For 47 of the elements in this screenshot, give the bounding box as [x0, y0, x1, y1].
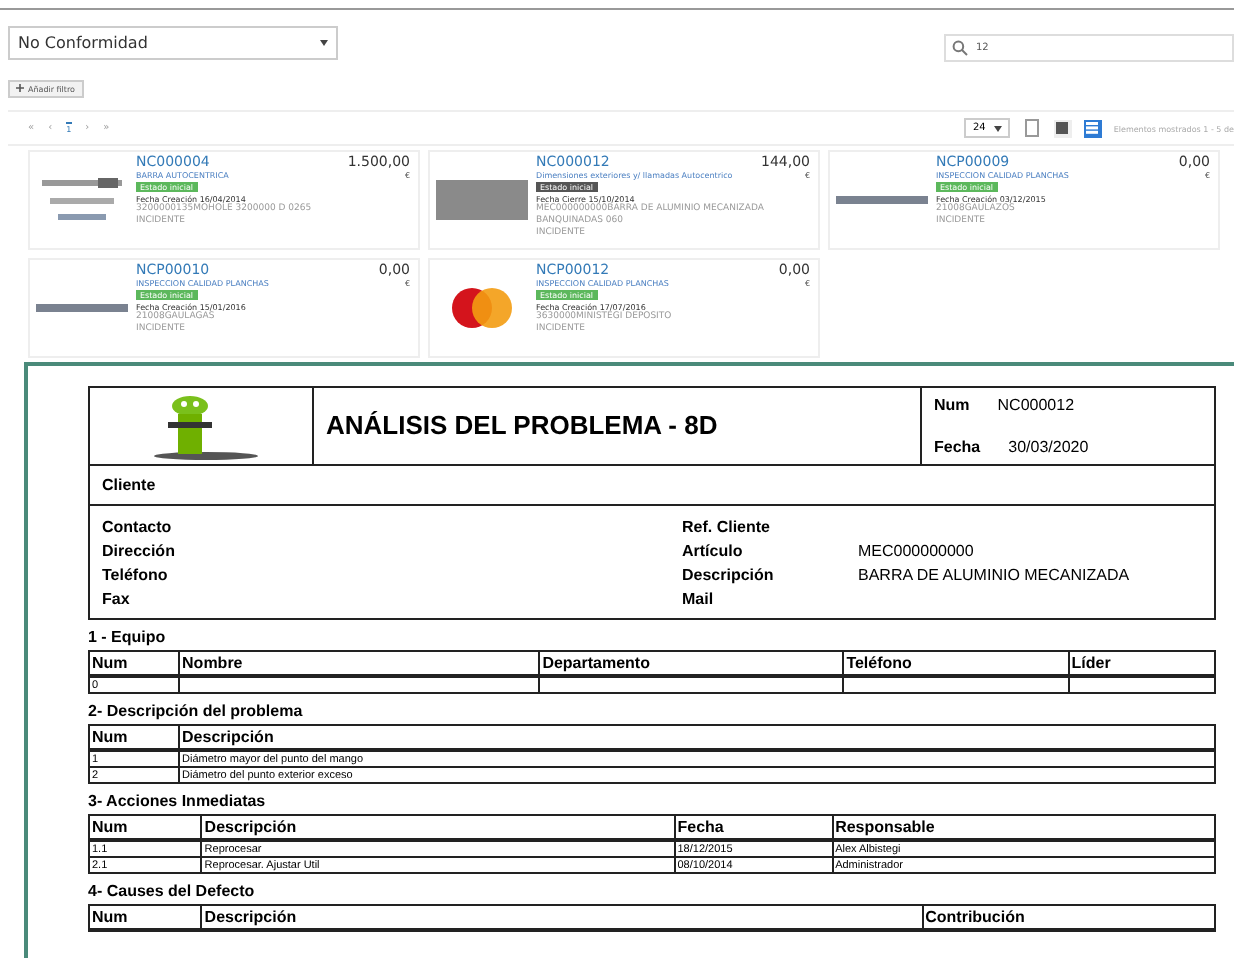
column-header: Teléfono: [843, 651, 1069, 676]
column-header: Descripción: [201, 815, 675, 840]
field-label: Num: [934, 396, 970, 414]
field-value: MEC000000000: [858, 541, 974, 559]
field-label: Contacto: [102, 517, 174, 535]
section-title: 2- Descripción del problema: [88, 702, 305, 720]
grid-view-button[interactable]: [1083, 119, 1102, 137]
field-value: NC000012: [997, 396, 1075, 414]
column-header: Num: [89, 815, 202, 840]
column-header: Líder: [1068, 651, 1215, 676]
field-label: Teléfono: [102, 565, 170, 583]
photo-placeholder: [436, 180, 528, 220]
column-header: Num: [89, 651, 180, 676]
column-header: Departamento: [539, 651, 844, 676]
section-title: 4- Causes del Defecto: [88, 882, 257, 900]
field-label: Descripción: [682, 565, 776, 583]
field-label: Mail: [682, 589, 716, 607]
field-value: 30/03/2020: [1008, 438, 1089, 456]
column-header: Descripción: [179, 725, 1215, 750]
caret-icon: [320, 40, 328, 46]
column-header: Num: [89, 725, 180, 750]
filter-select[interactable]: No Conformidad: [8, 26, 338, 60]
column-header: Contribución: [922, 905, 1215, 930]
column-header: Nombre: [179, 651, 540, 676]
list-view-button[interactable]: [1053, 119, 1072, 137]
rod-icon: [36, 304, 128, 312]
field-label: Dirección: [102, 541, 177, 559]
section-title: 1 - Equipo: [88, 628, 168, 646]
rods-drawing: [38, 174, 126, 226]
field-value: BARRA DE ALUMINIO MECANIZADA: [858, 565, 1130, 583]
rod-icon: [836, 196, 928, 204]
field-label: Cliente: [102, 476, 156, 494]
plus-icon: [16, 84, 24, 92]
field-label: Fecha: [934, 438, 981, 456]
search-icon: [952, 40, 968, 56]
column-header: Num: [89, 905, 202, 930]
section-title: 3- Acciones Inmediatas: [88, 792, 268, 810]
field-label: Fax: [102, 589, 132, 607]
field-label: Artículo: [682, 541, 745, 559]
report-title: ANÁLISIS DEL PROBLEMA - 8D: [314, 388, 922, 464]
column-header: Descripción: [201, 905, 923, 930]
column-header: Responsable: [832, 815, 1215, 840]
field-label: Ref. Cliente: [682, 517, 773, 535]
document-icon[interactable]: [1021, 118, 1042, 138]
column-header: Fecha: [674, 815, 833, 840]
caret-icon: [993, 125, 1002, 131]
circles-logo: [452, 286, 512, 330]
